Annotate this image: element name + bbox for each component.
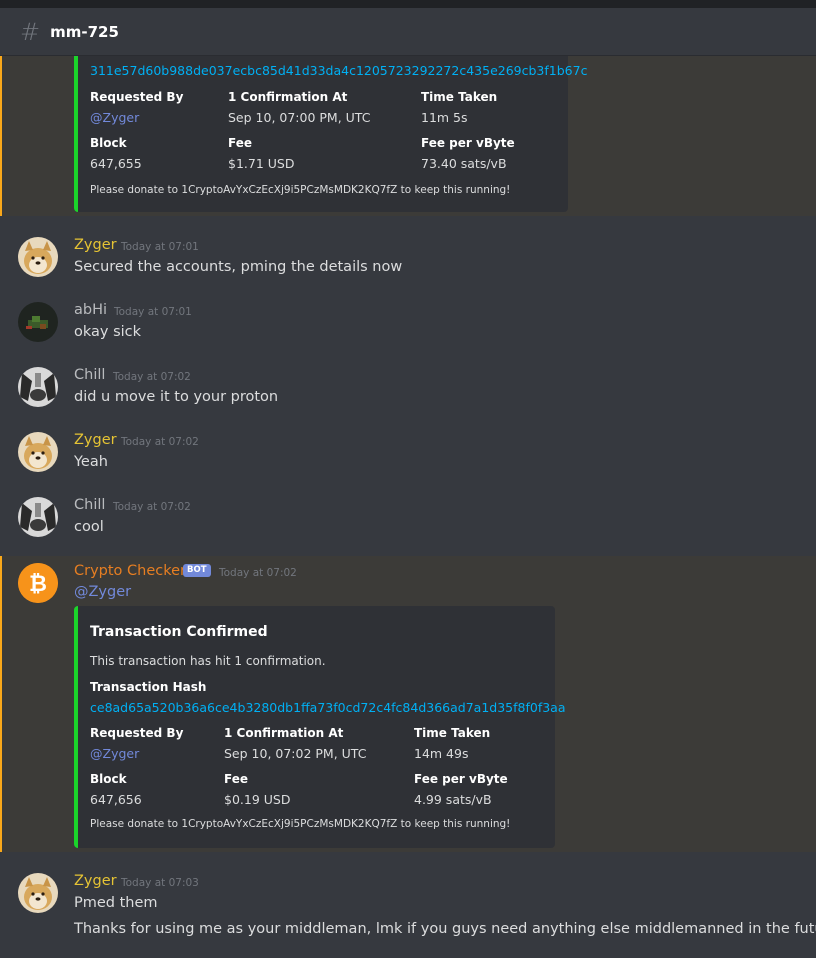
- fee-label: Fee: [224, 772, 248, 786]
- confirmation-label: 1 Confirmation At: [228, 90, 348, 104]
- requested-by-mention[interactable]: @Zyger: [90, 746, 139, 761]
- username[interactable]: Zyger: [74, 873, 117, 889]
- embed-footer: Please donate to 1CryptoAvYxCzEcXj9i5PCz…: [90, 184, 511, 196]
- block-label: Block: [90, 136, 127, 150]
- requested-by-label: Requested By: [90, 726, 184, 740]
- embed-description: This transaction has hit 1 confirmation.: [90, 654, 326, 668]
- timestamp: Today at 07:01: [121, 241, 199, 253]
- message: Chill Today at 07:02 did u move it to yo…: [0, 360, 816, 420]
- bitcoin-icon[interactable]: ₿: [18, 563, 58, 603]
- confirmation-label: 1 Confirmation At: [224, 726, 344, 740]
- message-text: Thanks for using me as your middleman, l…: [74, 921, 816, 937]
- block-value: 647,656: [90, 792, 142, 807]
- bot-message: ₿ Crypto Checker BOT Today at 07:02 @Zyg…: [0, 556, 816, 852]
- message: Zyger Today at 07:03 Pmed them Thanks fo…: [0, 866, 816, 956]
- transaction-hash-link[interactable]: 311e57d60b988de037ecbc85d41d33da4c120572…: [90, 63, 587, 78]
- message: Chill Today at 07:02 cool: [0, 490, 816, 550]
- fee-per-vbyte-label: Fee per vByte: [414, 772, 508, 786]
- username[interactable]: Chill: [74, 367, 105, 383]
- bot-badge: BOT: [183, 564, 211, 577]
- fee-label: Fee: [228, 136, 252, 150]
- time-taken-value: 14m 49s: [414, 746, 469, 761]
- message-text: Pmed them: [74, 895, 158, 911]
- message-text: cool: [74, 519, 104, 535]
- transaction-hash-label: Transaction Hash: [90, 680, 207, 694]
- requested-by-mention[interactable]: @Zyger: [90, 110, 139, 125]
- timestamp: Today at 07:02: [121, 436, 199, 448]
- embed-footer: Please donate to 1CryptoAvYxCzEcXj9i5PCz…: [90, 818, 511, 830]
- requested-by-label: Requested By: [90, 90, 184, 104]
- time-taken-label: Time Taken: [421, 90, 498, 104]
- message-text: Secured the accounts, pming the details …: [74, 259, 403, 275]
- message-text: okay sick: [74, 324, 142, 340]
- window-top-bar: [0, 0, 816, 8]
- bot-message-previous: 311e57d60b988de037ecbc85d41d33da4c120572…: [0, 46, 816, 216]
- svg-text:₿: ₿: [29, 572, 47, 597]
- confirmation-value: Sep 10, 07:00 PM, UTC: [228, 110, 371, 125]
- block-value: 647,655: [90, 156, 142, 171]
- transaction-embed: Transaction Confirmed This transaction h…: [74, 606, 566, 848]
- message-text: did u move it to your proton: [74, 389, 279, 405]
- confirmation-value: Sep 10, 07:02 PM, UTC: [224, 746, 367, 761]
- bot-username[interactable]: Crypto Checker: [74, 563, 186, 579]
- doge-avatar[interactable]: [18, 873, 58, 913]
- fee-value: $0.19 USD: [224, 792, 291, 807]
- timestamp: Today at 07:02: [219, 567, 297, 579]
- transaction-hash-link[interactable]: ce8ad65a520b36a6ce4b3280db1ffa73f0cd72c4…: [90, 700, 566, 715]
- timestamp: Today at 07:02: [113, 371, 191, 383]
- username[interactable]: Zyger: [74, 432, 117, 448]
- channel-name: mm-725: [50, 22, 119, 41]
- minecraft-avatar[interactable]: [18, 302, 58, 342]
- message: Zyger Today at 07:02 Yeah: [0, 425, 816, 485]
- username[interactable]: abHi: [74, 302, 107, 318]
- raccoon-avatar[interactable]: [18, 497, 58, 537]
- time-taken-label: Time Taken: [414, 726, 491, 740]
- hash-icon: #: [20, 17, 41, 46]
- message: Zyger Today at 07:01 Secured the account…: [0, 230, 816, 290]
- block-label: Block: [90, 772, 127, 786]
- username[interactable]: Chill: [74, 497, 105, 513]
- doge-avatar[interactable]: [18, 432, 58, 472]
- timestamp: Today at 07:03: [121, 877, 199, 889]
- message-text: Yeah: [74, 454, 108, 470]
- channel-header: # mm-725: [0, 8, 816, 56]
- fee-per-vbyte-label: Fee per vByte: [421, 136, 515, 150]
- doge-avatar[interactable]: [18, 237, 58, 277]
- username[interactable]: Zyger: [74, 237, 117, 253]
- fee-per-vbyte-value: 73.40 sats/vB: [421, 156, 507, 171]
- message: abHi Today at 07:01 okay sick: [0, 295, 816, 355]
- timestamp: Today at 07:01: [114, 306, 192, 318]
- embed-title: Transaction Confirmed: [90, 624, 268, 640]
- transaction-embed-previous: 311e57d60b988de037ecbc85d41d33da4c120572…: [74, 46, 587, 212]
- raccoon-avatar[interactable]: [18, 367, 58, 407]
- timestamp: Today at 07:02: [113, 501, 191, 513]
- fee-per-vbyte-value: 4.99 sats/vB: [414, 792, 492, 807]
- fee-value: $1.71 USD: [228, 156, 295, 171]
- user-mention[interactable]: @Zyger: [74, 584, 131, 600]
- time-taken-value: 11m 5s: [421, 110, 468, 125]
